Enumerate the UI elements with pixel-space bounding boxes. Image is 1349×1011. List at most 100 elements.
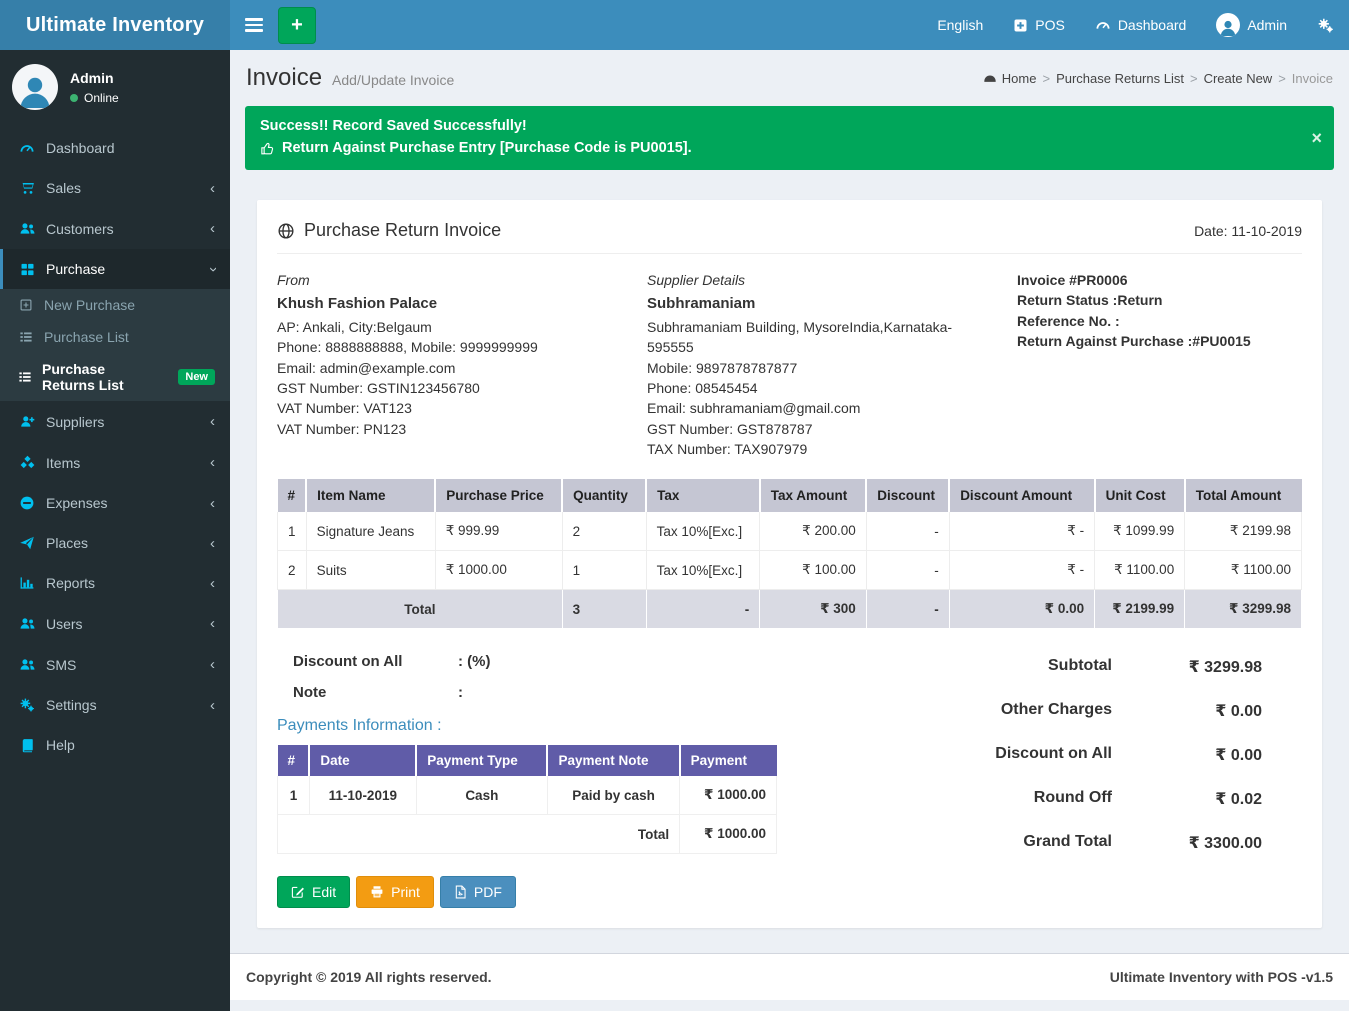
footer: Copyright © 2019 All rights reserved. Ul…: [230, 953, 1349, 1000]
items-table-header-row: # Item Name Purchase Price Quantity Tax …: [278, 479, 1302, 512]
plus-square-outline-icon: [18, 298, 34, 312]
sidebar-item-dashboard[interactable]: Dashboard: [0, 128, 230, 168]
sidebar-toggle-icon[interactable]: [230, 0, 278, 50]
sidebar-item-sms[interactable]: SMS‹: [0, 644, 230, 685]
chevron-left-icon: ‹: [210, 414, 215, 429]
supplier-email: Email: subhramaniam@gmail.com: [647, 398, 997, 418]
book-icon: [18, 738, 36, 753]
col-index: #: [278, 479, 307, 512]
minus-circle-icon: [18, 495, 36, 511]
sidebar-item-purchase[interactable]: Purchase‹: [0, 249, 230, 289]
chevron-left-icon: ‹: [210, 455, 215, 470]
brand-logo[interactable]: Ultimate Inventory: [0, 0, 230, 50]
users-icon: [18, 656, 36, 673]
list-icon: [18, 370, 32, 384]
supplier-tax: TAX Number: TAX907979: [647, 439, 997, 459]
chevron-left-icon: ‹: [210, 181, 215, 196]
file-pdf-icon: [454, 885, 467, 899]
supplier-block: Supplier Details Subhramaniam Subhramani…: [647, 270, 997, 459]
col-purchase-price: Purchase Price: [435, 479, 562, 512]
submenu-item-new-purchase[interactable]: New Purchase: [0, 289, 230, 321]
top-navbar: Ultimate Inventory + English POS Dashboa…: [0, 0, 1349, 50]
content-area: Invoice Add/Update Invoice Home > Purcha…: [230, 0, 1349, 928]
reference-no: Reference No. :: [1017, 311, 1302, 331]
cubes-icon: [18, 454, 36, 471]
col-discount-amount: Discount Amount: [949, 479, 1094, 512]
thumbs-up-icon: [260, 141, 275, 156]
breadcrumb-purchase-returns-list[interactable]: Purchase Returns List: [1056, 71, 1184, 86]
summary-subtotal: Subtotal ₹ 3299.98: [922, 657, 1262, 677]
from-email: Email: admin@example.com: [277, 358, 627, 378]
cogs-icon: [18, 697, 36, 713]
user-menu[interactable]: Admin: [1201, 0, 1302, 50]
chevron-left-icon: ‹: [210, 536, 215, 551]
print-button[interactable]: Print: [356, 876, 434, 908]
note-label: Note: [293, 684, 458, 701]
summary-discount-on-all: Discount on All ₹ 0.00: [922, 745, 1262, 765]
sidebar-item-sales[interactable]: Sales‹: [0, 168, 230, 208]
sidebar-item-suppliers[interactable]: Suppliers‹: [0, 401, 230, 442]
pos-link[interactable]: POS: [998, 0, 1080, 50]
sidebar-item-settings[interactable]: Settings‹: [0, 685, 230, 725]
chevron-left-icon: ‹: [210, 221, 215, 236]
dashboard-icon: [18, 140, 36, 156]
close-icon[interactable]: ×: [1311, 129, 1322, 147]
sidebar-item-users[interactable]: Users‹: [0, 603, 230, 644]
dashboard-link[interactable]: Dashboard: [1080, 0, 1202, 50]
quick-add-button[interactable]: +: [278, 7, 316, 44]
page-title: Invoice Add/Update Invoice: [246, 64, 454, 92]
breadcrumb-create-new[interactable]: Create New: [1204, 71, 1273, 86]
col-tax: Tax: [646, 479, 760, 512]
sidebar-item-customers[interactable]: Customers‹: [0, 208, 230, 249]
breadcrumb-separator: >: [1042, 71, 1050, 86]
language-menu[interactable]: English: [922, 0, 998, 50]
cogs-icon: [1317, 17, 1334, 34]
submenu-item-purchase-returns-list[interactable]: Purchase Returns List New: [0, 353, 230, 401]
edit-button[interactable]: Edit: [277, 876, 350, 908]
chevron-left-icon: ‹: [210, 616, 215, 631]
sidebar-item-items[interactable]: Items‹: [0, 442, 230, 483]
invoice-date: Date: 11-10-2019: [1194, 223, 1302, 239]
from-block: From Khush Fashion Palace AP: Ankali, Ci…: [277, 270, 627, 459]
from-gst: GST Number: GSTIN123456780: [277, 378, 627, 398]
col-quantity: Quantity: [562, 479, 646, 512]
avatar: [1216, 13, 1240, 37]
chevron-down-icon: ‹: [205, 267, 220, 272]
supplier-address: Subhramaniam Building, MysoreIndia,Karna…: [647, 317, 997, 358]
invoice-meta-block: Invoice #PR0006 Return Status :Return Re…: [1017, 270, 1302, 459]
from-phone: Phone: 8888888888, Mobile: 9999999999: [277, 337, 627, 357]
breadcrumb-separator: >: [1278, 71, 1286, 86]
note-row: Note :: [293, 684, 777, 701]
sidebar-item-expenses[interactable]: Expenses‹: [0, 483, 230, 523]
users-icon: [18, 615, 36, 632]
success-alert: Success!! Record Saved Successfully! Ret…: [245, 106, 1334, 170]
printer-icon: [370, 885, 384, 899]
return-status: Return Status :Return: [1017, 290, 1302, 310]
sidebar-item-reports[interactable]: Reports‹: [0, 563, 230, 603]
sidebar-item-places[interactable]: Places‹: [0, 523, 230, 563]
items-table: # Item Name Purchase Price Quantity Tax …: [277, 479, 1302, 629]
plus-square-icon: [1013, 18, 1028, 33]
breadcrumb-home[interactable]: Home: [983, 71, 1037, 86]
pdf-button[interactable]: PDF: [440, 876, 516, 908]
payments-header-row: # Date Payment Type Payment Note Payment: [278, 745, 777, 776]
users-icon: [18, 220, 36, 237]
discount-on-all-value: : (%): [458, 653, 491, 670]
supplier-gst: GST Number: GST878787: [647, 419, 997, 439]
sidebar-item-help[interactable]: Help: [0, 725, 230, 765]
invoice-number: Invoice #PR0006: [1017, 270, 1302, 290]
page-subtitle: Add/Update Invoice: [332, 72, 454, 88]
invoice-panel: Purchase Return Invoice Date: 11-10-2019…: [257, 200, 1322, 928]
alert-line2: Return Against Purchase Entry [Purchase …: [260, 140, 1304, 156]
plus-icon: +: [291, 14, 303, 37]
table-row: 1 Signature Jeans ₹ 999.99 2 Tax 10%[Exc…: [278, 512, 1302, 551]
summary-other-charges: Other Charges ₹ 0.00: [922, 701, 1262, 721]
submenu-item-purchase-list[interactable]: Purchase List: [0, 321, 230, 353]
supplier-name: Subhramaniam: [647, 293, 997, 315]
settings-menu[interactable]: [1302, 0, 1349, 50]
col-unit-cost: Unit Cost: [1095, 479, 1185, 512]
paper-plane-icon: [18, 535, 36, 551]
purchase-submenu: New Purchase Purchase List Purchase Retu…: [0, 289, 230, 401]
table-row: 2 Suits ₹ 1000.00 1 Tax 10%[Exc.] ₹ 100.…: [278, 551, 1302, 590]
col-tax-amount: Tax Amount: [760, 479, 866, 512]
